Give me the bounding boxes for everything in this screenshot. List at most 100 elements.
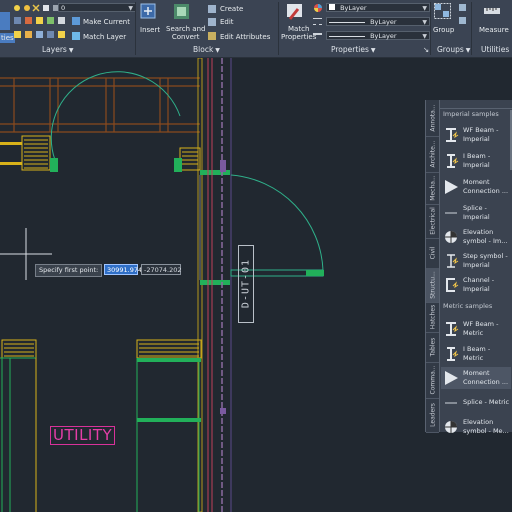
properties-panel-text: Properties xyxy=(331,45,369,54)
tool-i-beam-imperial[interactable]: I Beam - Imperial xyxy=(441,150,511,172)
layers-panel-label[interactable]: Layers ▼ xyxy=(42,45,73,54)
ribbon-separator xyxy=(278,2,279,55)
tab-label: Civil xyxy=(429,246,437,260)
chevron-down-icon: ▼ xyxy=(128,5,133,12)
tab-label: Archite... xyxy=(429,140,437,168)
tool-i-beam-metric[interactable]: I Beam - Metric xyxy=(441,343,511,365)
x-coordinate-value: 30991.974 xyxy=(107,266,143,274)
tool-label: I Beam - Metric xyxy=(463,345,491,362)
lineweight-dropdown[interactable]: ByLayer ▼ xyxy=(326,31,430,40)
layer-tools-icons[interactable] xyxy=(13,16,68,42)
make-current-button[interactable]: Make Current xyxy=(83,18,130,26)
chevron-down-icon: ▼ xyxy=(422,19,427,26)
properties-panel-label[interactable]: Properties ▼ xyxy=(331,45,376,54)
moment-icon xyxy=(445,180,458,194)
tool-elevation-symbol-metric[interactable]: Elevation symbol - Me... xyxy=(441,416,511,438)
search-convert-button[interactable]: Search and Convert xyxy=(166,25,205,41)
groups-panel-label[interactable]: Groups ▼ xyxy=(437,45,470,54)
ribbon-separator xyxy=(135,2,136,55)
frame-lines xyxy=(0,77,200,133)
measure-icon xyxy=(484,8,500,14)
tool-channel-imperial[interactable]: Channel - Imperial xyxy=(441,274,511,296)
tab-architectural[interactable]: Archite... xyxy=(426,136,439,173)
tool-label: Elevation symbol - Me... xyxy=(463,418,509,435)
imperial-heading: Imperial samples xyxy=(443,110,499,118)
make-current-icon xyxy=(72,17,80,25)
tab-structural[interactable]: Structu... xyxy=(426,268,439,303)
insert-block-icon xyxy=(140,3,156,19)
tab-label: Tables xyxy=(429,337,437,357)
block-panel-text: Block xyxy=(193,45,214,54)
measure-button[interactable]: Measure xyxy=(479,26,509,34)
utilities-panel-label[interactable]: Utilities xyxy=(481,45,509,54)
layer-dropdown-value: 0 xyxy=(61,4,66,12)
tool-label: Moment Connection ... xyxy=(463,369,509,386)
tab-hatches[interactable]: Hatches xyxy=(426,302,439,333)
i-beam-icon xyxy=(447,154,459,168)
color-dropdown[interactable]: ByLayer ▼ xyxy=(326,3,430,12)
tool-label: Splice - Metric xyxy=(463,398,510,406)
tab-annotation[interactable]: Annota... xyxy=(426,100,439,137)
tool-moment-connection-imperial[interactable]: Moment Connection ... xyxy=(441,176,511,198)
ungroup-tool-icon[interactable] xyxy=(459,17,466,24)
create-block-button[interactable]: Create xyxy=(220,5,243,13)
tab-tables[interactable]: Tables xyxy=(426,332,439,363)
tool-label: I Beam - Imperial xyxy=(463,152,491,169)
tool-elevation-symbol-imperial[interactable]: Elevation symbol - Im... xyxy=(441,226,511,248)
tool-wf-beam-imperial[interactable]: WF Beam - Imperial xyxy=(441,124,511,146)
y-coordinate-value: -27074.202 xyxy=(144,266,182,274)
tab-civil[interactable]: Civil xyxy=(426,238,439,269)
tool-splice-imperial[interactable]: Splice - Imperial xyxy=(441,202,511,224)
door-swing-arc xyxy=(50,71,181,161)
x-coordinate-input[interactable]: 30991.974 xyxy=(104,264,142,275)
y-coordinate-input[interactable]: -27074.202 xyxy=(141,264,182,275)
linetype-value: ByLayer xyxy=(370,18,397,26)
room-label[interactable]: UTILITY xyxy=(50,426,116,445)
match-layer-icon xyxy=(72,32,80,40)
color-swatch xyxy=(329,4,335,10)
match-properties-button[interactable]: Match Properties xyxy=(281,25,316,41)
match-properties-icon xyxy=(287,4,302,20)
tool-wf-beam-metric[interactable]: WF Beam - Metric xyxy=(441,318,511,340)
layer-stack-icon xyxy=(0,12,10,30)
tool-splice-metric[interactable]: Splice - Metric xyxy=(441,392,511,414)
tab-mechanical[interactable]: Mecha... xyxy=(426,172,439,205)
tab-electrical[interactable]: Electrical xyxy=(426,204,439,239)
edit-block-button[interactable]: Edit xyxy=(220,18,234,26)
tool-step-symbol-imperial[interactable]: Step symbol - Imperial xyxy=(441,250,511,272)
color-wheel-icon xyxy=(314,4,322,12)
layer-state-icons[interactable] xyxy=(13,3,61,13)
groups-panel-text: Groups xyxy=(437,45,464,54)
match-layer-button[interactable]: Match Layer xyxy=(83,33,126,41)
block-panel-label[interactable]: Block ▼ xyxy=(193,45,220,54)
edit-attributes-button[interactable]: Edit Attributes xyxy=(220,33,270,41)
door-tag[interactable]: D-UT-01 xyxy=(238,245,254,323)
tool-moment-connection-metric[interactable]: Moment Connection ... xyxy=(441,367,511,389)
tool-palette: Annota... Archite... Mecha... Electrical… xyxy=(425,100,512,435)
tab-command[interactable]: Comma... xyxy=(426,362,439,399)
layers-panel-text: Layers xyxy=(42,45,67,54)
metric-heading: Metric samples xyxy=(443,302,493,310)
insert-button[interactable]: Insert xyxy=(140,26,160,34)
step-icon xyxy=(447,254,459,268)
group-button[interactable]: Group xyxy=(433,26,454,34)
wf-beam-icon xyxy=(446,128,459,142)
tool-label: Elevation symbol - Im... xyxy=(463,228,508,245)
properties-dialog-launcher-icon[interactable]: ↘ xyxy=(423,45,429,54)
ribbon-separator xyxy=(430,2,431,55)
layer-dropdown[interactable]: 0 ▼ xyxy=(58,3,136,12)
ribbon: ties 0 ▼ Make Current Match Layer Layers… xyxy=(0,0,512,58)
wf-beam-icon xyxy=(446,322,459,336)
linetype-preview xyxy=(329,21,365,23)
group-tool-icon[interactable] xyxy=(459,4,466,11)
tool-label: WF Beam - Imperial xyxy=(463,126,499,143)
tab-leaders[interactable]: Leaders xyxy=(426,398,439,433)
elevation-icon xyxy=(445,231,457,243)
i-beam-icon xyxy=(447,347,459,361)
command-prompt-tooltip: Specify first point: xyxy=(35,264,103,277)
linetype-dropdown[interactable]: ByLayer ▼ xyxy=(326,17,430,26)
lineweight-preview xyxy=(329,35,365,37)
tab-label: Hatches xyxy=(429,304,437,330)
tab-label: Mecha... xyxy=(429,175,437,201)
tab-label: Structu... xyxy=(429,271,437,299)
